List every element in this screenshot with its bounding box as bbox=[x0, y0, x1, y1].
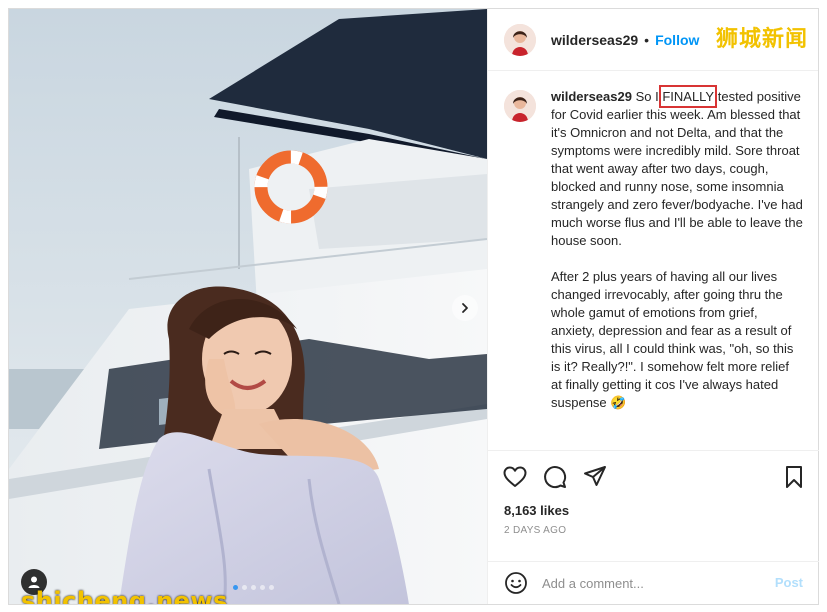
caption-paragraph-1: wilderseas29 So I FINALLY tested positiv… bbox=[551, 85, 803, 250]
caption-text: wilderseas29 So I FINALLY tested positiv… bbox=[551, 85, 803, 412]
carousel-dot bbox=[251, 585, 256, 590]
chevron-right-icon bbox=[462, 303, 468, 313]
next-photo-button[interactable] bbox=[452, 295, 478, 321]
comment-input[interactable] bbox=[542, 573, 762, 593]
carousel-dot bbox=[233, 585, 238, 590]
avatar-image bbox=[504, 90, 536, 122]
avatar-image bbox=[504, 23, 536, 56]
carousel-dots bbox=[233, 585, 274, 590]
post-date[interactable]: 2 DAYS AGO bbox=[504, 525, 566, 536]
instagram-post: shicheng.news wilderseas29 • Follow 狮城新闻 bbox=[8, 8, 819, 605]
carousel-dot bbox=[269, 585, 274, 590]
header-separator: • bbox=[644, 31, 650, 48]
caption-area: wilderseas29 So I FINALLY tested positiv… bbox=[488, 72, 819, 450]
caption-p1-after: tested positive for Covid earlier this w… bbox=[551, 89, 803, 248]
post-comment-button[interactable]: Post bbox=[775, 575, 803, 590]
post-header: wilderseas29 • Follow 狮城新闻 bbox=[488, 9, 818, 71]
watermark-bottom: shicheng.news bbox=[21, 587, 228, 604]
avatar[interactable] bbox=[504, 90, 536, 122]
watermark-top: 狮城新闻 bbox=[715, 27, 808, 52]
caption-paragraph-2: After 2 plus years of having all our liv… bbox=[551, 269, 794, 410]
follow-button[interactable]: Follow bbox=[655, 32, 699, 48]
carousel-dot bbox=[242, 585, 247, 590]
share-button[interactable] bbox=[582, 464, 608, 490]
comment-button[interactable] bbox=[542, 464, 568, 490]
post-side-pane: wilderseas29 • Follow 狮城新闻 wilderseas29 … bbox=[487, 9, 819, 604]
username-link[interactable]: wilderseas29 bbox=[551, 32, 638, 48]
bookmark-icon bbox=[786, 466, 802, 488]
caption-p1-before: So I bbox=[635, 89, 663, 104]
emoji-button[interactable] bbox=[504, 571, 528, 595]
avatar[interactable] bbox=[504, 23, 536, 56]
post-photo[interactable]: shicheng.news bbox=[9, 9, 487, 604]
like-button[interactable] bbox=[502, 464, 528, 490]
likes-count[interactable]: 8,163 likes bbox=[504, 503, 569, 518]
smiley-icon bbox=[505, 572, 527, 594]
heart-icon bbox=[503, 466, 527, 487]
highlighted-word: FINALLY bbox=[659, 85, 717, 108]
action-bar bbox=[488, 450, 819, 502]
photo-scene bbox=[9, 9, 487, 604]
caption-comment: wilderseas29 So I FINALLY tested positiv… bbox=[504, 85, 805, 412]
save-button[interactable] bbox=[781, 464, 807, 490]
paper-plane-icon bbox=[584, 466, 606, 486]
caption-username-link[interactable]: wilderseas29 bbox=[551, 89, 632, 104]
add-comment-bar: Post bbox=[488, 561, 819, 604]
comment-icon bbox=[544, 466, 567, 489]
carousel-dot bbox=[260, 585, 265, 590]
